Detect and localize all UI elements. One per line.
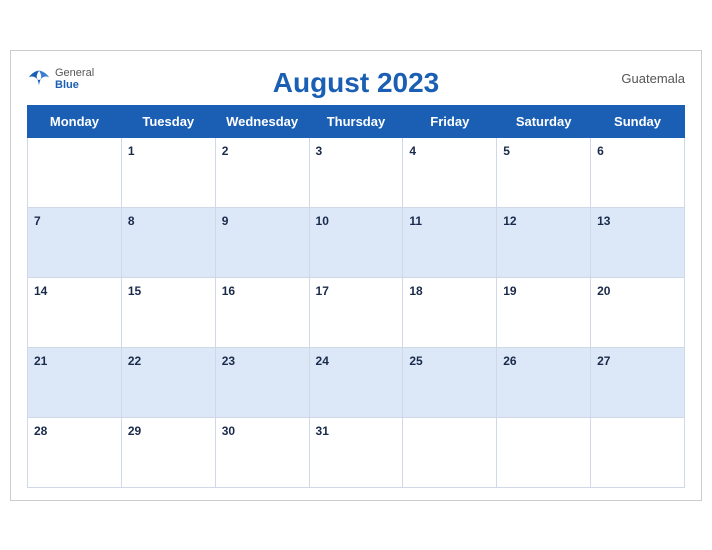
day-number: 7 — [34, 214, 41, 228]
calendar-cell — [403, 417, 497, 487]
weekday-header: Sunday — [591, 105, 685, 137]
day-number: 12 — [503, 214, 516, 228]
day-number: 3 — [316, 144, 323, 158]
day-number: 29 — [128, 424, 141, 438]
calendar-week-row: 14 15 16 17 18 19 20 — [28, 277, 685, 347]
calendar-header: General Blue August 2023 Guatemala — [27, 67, 685, 99]
day-number: 24 — [316, 354, 329, 368]
logo-blue-text: Blue — [55, 79, 94, 91]
day-number: 28 — [34, 424, 47, 438]
calendar-cell: 10 — [309, 207, 403, 277]
day-number: 30 — [222, 424, 235, 438]
calendar-cell: 20 — [591, 277, 685, 347]
calendar-cell: 30 — [215, 417, 309, 487]
calendar-tbody: 1234567891011121314151617181920212223242… — [28, 137, 685, 487]
weekday-header: Saturday — [497, 105, 591, 137]
day-number: 10 — [316, 214, 329, 228]
calendar-cell: 13 — [591, 207, 685, 277]
day-number: 5 — [503, 144, 510, 158]
day-number: 27 — [597, 354, 610, 368]
calendar-cell: 14 — [28, 277, 122, 347]
calendar-cell: 18 — [403, 277, 497, 347]
day-number: 25 — [409, 354, 422, 368]
day-number: 18 — [409, 284, 422, 298]
weekday-header: Thursday — [309, 105, 403, 137]
country-label: Guatemala — [621, 71, 685, 86]
calendar-week-row: 21 22 23 24 25 26 27 — [28, 347, 685, 417]
calendar-cell: 9 — [215, 207, 309, 277]
calendar-cell: 12 — [497, 207, 591, 277]
logo-general-text: General — [55, 67, 94, 79]
day-number: 8 — [128, 214, 135, 228]
calendar-week-row: 1 2 3 4 5 6 — [28, 137, 685, 207]
calendar-cell: 4 — [403, 137, 497, 207]
day-number: 19 — [503, 284, 516, 298]
calendar-cell — [28, 137, 122, 207]
logo-bird-icon — [27, 69, 51, 89]
calendar-cell: 22 — [121, 347, 215, 417]
day-number: 23 — [222, 354, 235, 368]
day-number: 13 — [597, 214, 610, 228]
calendar-cell: 24 — [309, 347, 403, 417]
day-number: 15 — [128, 284, 141, 298]
calendar-cell: 27 — [591, 347, 685, 417]
calendar-cell: 1 — [121, 137, 215, 207]
weekday-header: Tuesday — [121, 105, 215, 137]
calendar-cell — [591, 417, 685, 487]
weekday-header: Friday — [403, 105, 497, 137]
day-number: 31 — [316, 424, 329, 438]
day-number: 2 — [222, 144, 229, 158]
calendar-cell: 11 — [403, 207, 497, 277]
calendar-cell: 16 — [215, 277, 309, 347]
day-number: 17 — [316, 284, 329, 298]
day-number: 26 — [503, 354, 516, 368]
calendar-cell: 25 — [403, 347, 497, 417]
calendar-cell: 31 — [309, 417, 403, 487]
calendar-cell: 29 — [121, 417, 215, 487]
day-number: 6 — [597, 144, 604, 158]
calendar-wrapper: General Blue August 2023 Guatemala Monda… — [10, 50, 702, 501]
day-number: 9 — [222, 214, 229, 228]
logo-area: General Blue — [27, 67, 94, 91]
calendar-cell: 23 — [215, 347, 309, 417]
day-number: 22 — [128, 354, 141, 368]
calendar-cell: 17 — [309, 277, 403, 347]
weekday-header-row: MondayTuesdayWednesdayThursdayFridaySatu… — [28, 105, 685, 137]
calendar-cell: 2 — [215, 137, 309, 207]
calendar-title: August 2023 — [273, 67, 440, 99]
calendar-cell: 8 — [121, 207, 215, 277]
day-number: 11 — [409, 214, 422, 228]
calendar-cell: 5 — [497, 137, 591, 207]
day-number: 21 — [34, 354, 47, 368]
calendar-table: MondayTuesdayWednesdayThursdayFridaySatu… — [27, 105, 685, 488]
calendar-cell: 6 — [591, 137, 685, 207]
day-number: 4 — [409, 144, 416, 158]
calendar-cell: 7 — [28, 207, 122, 277]
weekday-header: Wednesday — [215, 105, 309, 137]
calendar-cell: 19 — [497, 277, 591, 347]
calendar-cell: 15 — [121, 277, 215, 347]
weekday-header: Monday — [28, 105, 122, 137]
day-number: 16 — [222, 284, 235, 298]
day-number: 14 — [34, 284, 47, 298]
calendar-week-row: 28 29 30 31 — [28, 417, 685, 487]
calendar-cell: 21 — [28, 347, 122, 417]
calendar-thead: MondayTuesdayWednesdayThursdayFridaySatu… — [28, 105, 685, 137]
day-number: 20 — [597, 284, 610, 298]
calendar-week-row: 7 8 9 10 11 12 13 — [28, 207, 685, 277]
calendar-cell: 28 — [28, 417, 122, 487]
calendar-cell: 26 — [497, 347, 591, 417]
day-number: 1 — [128, 144, 135, 158]
calendar-cell: 3 — [309, 137, 403, 207]
calendar-cell — [497, 417, 591, 487]
